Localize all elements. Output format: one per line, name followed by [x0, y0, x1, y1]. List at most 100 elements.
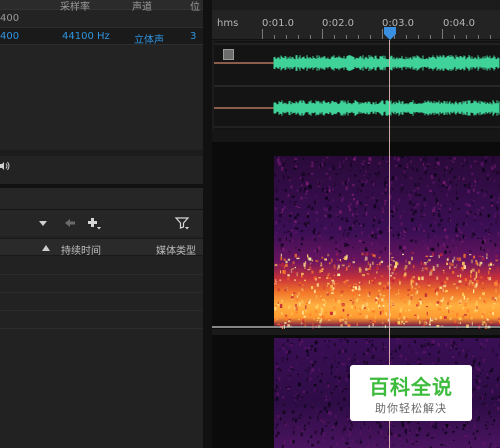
spectrogram-speck — [422, 350, 426, 354]
spectrogram-speck — [448, 262, 452, 266]
spectrogram-speck — [404, 167, 407, 170]
spectrogram-speck — [278, 348, 281, 351]
spectrogram-speck — [394, 176, 398, 180]
spectrogram-speck — [280, 387, 282, 390]
spectrogram-speck — [493, 215, 497, 219]
spectrogram-speck — [335, 385, 338, 388]
spectrogram-speck — [337, 299, 341, 304]
spectrogram-speck — [313, 318, 315, 321]
spectrogram-speck — [394, 321, 397, 325]
spectrogram-speck — [430, 239, 432, 243]
spectrogram-speck — [439, 245, 441, 249]
spectrogram-speck — [276, 198, 279, 201]
spectrogram-speck — [391, 215, 395, 218]
spectrogram-speck — [358, 267, 361, 271]
panel-splitter-vertical[interactable] — [203, 0, 212, 448]
spectrogram-speck — [274, 307, 277, 311]
spectrogram-speck — [494, 282, 497, 285]
spectrogram-speck — [468, 186, 471, 189]
file-row[interactable]: 400 — [0, 11, 203, 27]
spectrogram-speck — [399, 341, 401, 345]
arrow-left-icon[interactable] — [63, 216, 77, 230]
spectrogram-speck — [362, 274, 365, 277]
spectrogram-speck — [481, 206, 485, 209]
spectrogram-speck — [368, 280, 370, 284]
list-item[interactable] — [0, 311, 203, 329]
list-item[interactable] — [0, 257, 203, 275]
spectrogram-speck — [468, 441, 470, 445]
spectrogram-speck — [407, 436, 409, 440]
spectrogram-speck — [444, 250, 447, 254]
ruler-tick — [466, 35, 467, 39]
spectrogram-speck — [435, 292, 438, 296]
column-media-type[interactable]: 媒体类型 — [156, 242, 196, 257]
dropdown-arrow-icon[interactable] — [38, 216, 48, 230]
spectrogram-speck — [346, 415, 348, 418]
spectrogram-speck — [457, 283, 460, 285]
spectrogram-speck — [294, 158, 298, 160]
spectrogram-speck — [326, 156, 329, 159]
spectrogram-speck — [375, 199, 379, 203]
spectrogram-speck — [336, 258, 339, 261]
spectrogram-speck — [354, 156, 357, 159]
spectrogram-speck — [463, 184, 467, 187]
spectrogram-speck — [476, 419, 480, 422]
spectrogram-speck — [430, 269, 434, 272]
spectrogram-speck — [308, 275, 312, 277]
spectrogram-speck — [307, 277, 309, 279]
spectrogram-speck — [296, 189, 298, 193]
spectrogram-speck — [318, 181, 321, 184]
spectrogram-speck — [365, 170, 367, 173]
spectrogram-speck — [368, 291, 371, 296]
list-item[interactable] — [0, 293, 203, 311]
spectrogram-speck — [450, 343, 452, 346]
spectrogram-speck — [427, 163, 430, 165]
spectrogram-speck — [356, 439, 358, 444]
spectrogram-speck — [366, 179, 369, 181]
spectrogram-speck — [420, 249, 423, 251]
column-duration[interactable]: 持续时间 — [61, 242, 101, 257]
file-duration: 400 — [0, 31, 20, 42]
spectrogram-speck — [314, 360, 317, 364]
spectrogram-speck — [382, 156, 384, 160]
spectrogram-speck — [277, 392, 280, 397]
spectrogram-speck — [391, 258, 393, 261]
spectrogram-speck — [401, 186, 404, 191]
spectrogram-speck — [473, 188, 475, 192]
spectrogram-speck — [412, 244, 414, 248]
playhead-marker-icon[interactable] — [384, 27, 396, 40]
time-ruler[interactable]: hms 0:01.0 0:02.0 0:03.0 0:04.0 — [212, 10, 500, 40]
spectrogram-speck — [345, 186, 349, 191]
spectrogram-speck — [421, 247, 425, 249]
filter-icon[interactable] — [174, 216, 190, 230]
spectrogram-speck — [436, 276, 439, 280]
spectrogram-speck — [350, 306, 354, 309]
spectrogram-speck — [490, 195, 493, 199]
spectrogram-speck — [435, 268, 437, 270]
spectrogram-speck — [320, 391, 323, 394]
spectrogram-speck — [380, 260, 384, 264]
spectrogram-speck — [431, 317, 433, 320]
sort-ascending-icon[interactable] — [42, 244, 50, 252]
waveform-display[interactable] — [214, 41, 500, 130]
spectrogram-speck — [301, 272, 304, 276]
spectrogram-speck — [395, 341, 398, 344]
spectrogram-speck — [290, 366, 293, 368]
spectrogram-speck — [340, 295, 343, 297]
clip-thumbnail-icon[interactable] — [223, 49, 234, 60]
spectrogram-speck — [480, 237, 483, 240]
spectrogram-speck — [462, 261, 465, 266]
spectrogram-speck — [455, 184, 458, 186]
list-item[interactable] — [0, 275, 203, 293]
spectrogram-speck — [479, 261, 483, 265]
file-row-selected[interactable]: 400 44100 Hz 立体声 3 — [0, 27, 203, 46]
spectrogram-speck — [395, 273, 397, 275]
add-marker-icon[interactable] — [86, 216, 102, 230]
spectrogram-speck — [331, 429, 333, 431]
speaker-icon[interactable] — [0, 160, 12, 172]
spectrogram-speck — [444, 281, 447, 284]
spectrogram-speck — [418, 194, 422, 196]
spectrogram-speck — [353, 209, 355, 213]
spectrogram-speck — [323, 303, 325, 307]
spectrogram-speck — [483, 349, 485, 351]
